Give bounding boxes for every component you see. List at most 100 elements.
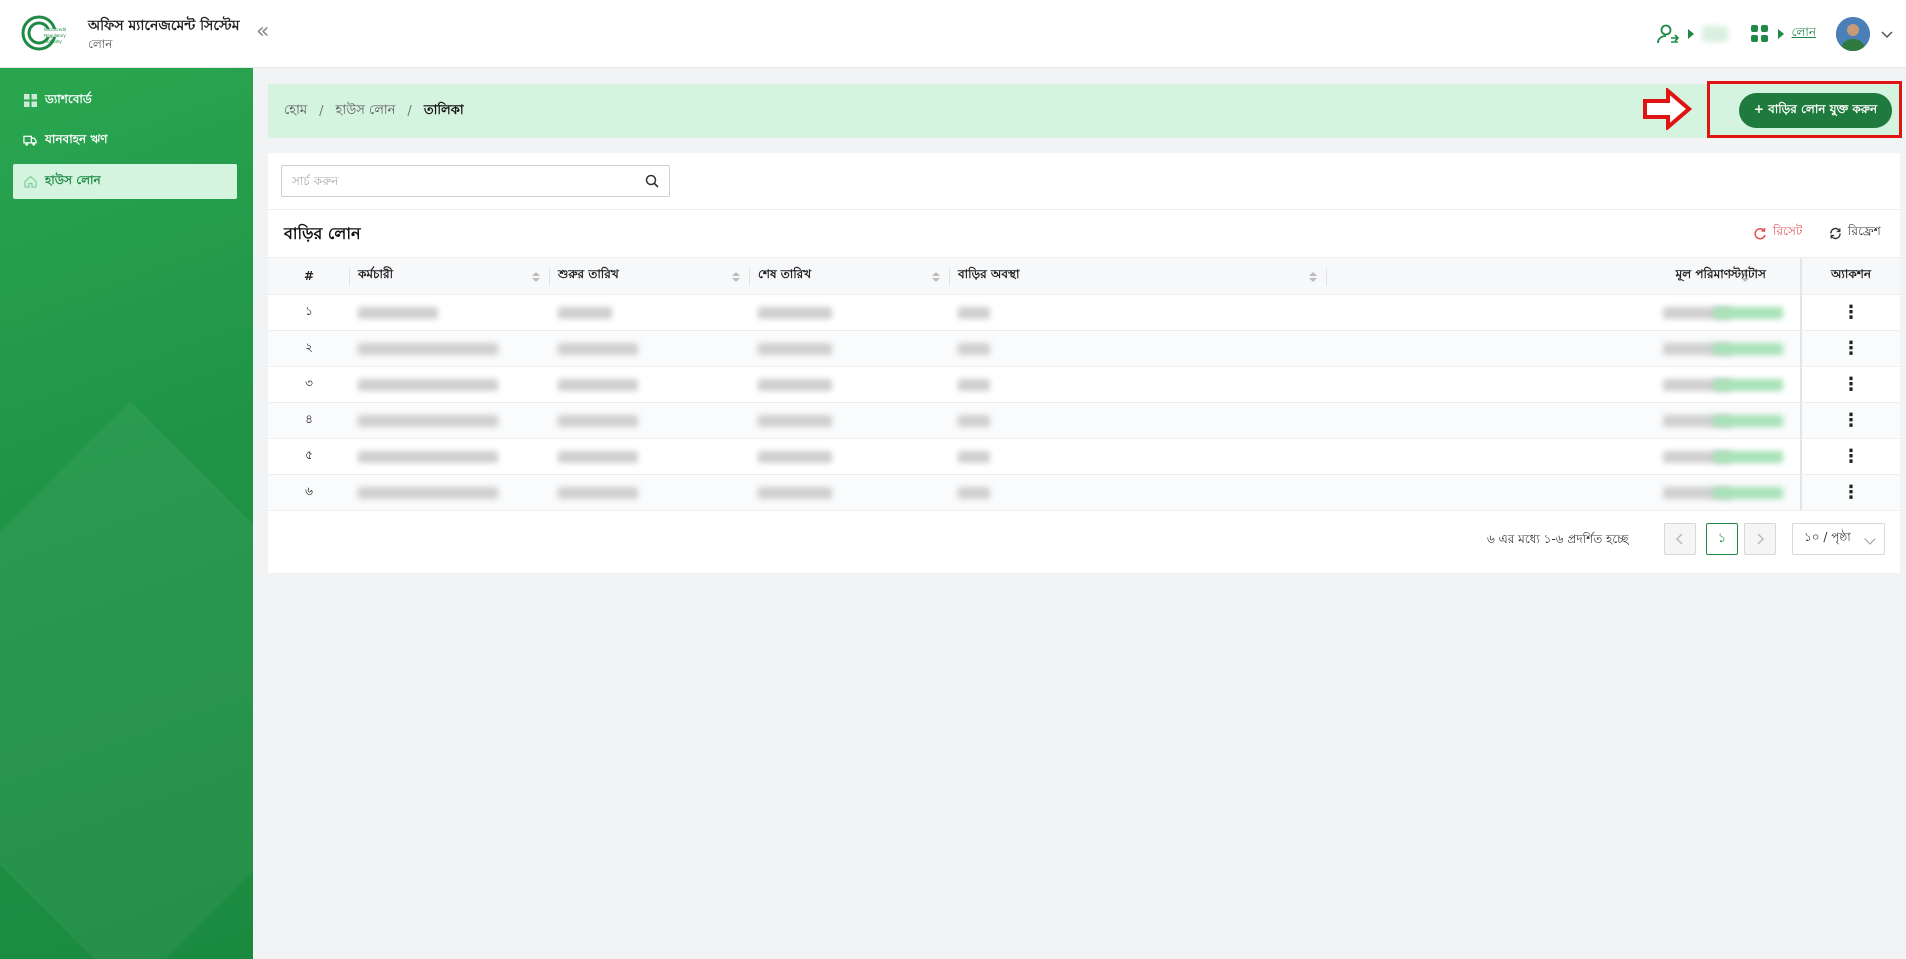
table-row: ৬ ⋮ <box>268 475 1900 511</box>
action-cell: ⋮ <box>1800 475 1900 510</box>
redacted-value <box>758 414 832 427</box>
redacted-value <box>758 342 832 355</box>
app-title: অফিস ম্যানেজমেন্ট সিস্টেম <box>88 18 240 34</box>
table-title: বাড়ির লোন <box>284 224 361 243</box>
action-cell: ⋮ <box>1800 295 1900 330</box>
status-badge <box>1713 342 1783 355</box>
sidebar-item-vehicle-loan[interactable]: যানবাহন ঋণ <box>13 123 237 158</box>
caret-right-icon <box>1687 29 1694 39</box>
row-index: ৫ <box>305 447 313 462</box>
redacted-value <box>358 450 498 463</box>
apps-grid-icon[interactable] <box>1750 24 1770 44</box>
module-link[interactable]: লোন <box>1792 24 1816 44</box>
user-switch-icon[interactable] <box>1656 22 1680 46</box>
start-date-cell <box>550 475 750 510</box>
sidebar-item-dashboard[interactable]: ড্যাশবোর্ড <box>13 83 237 118</box>
col-header-end-date[interactable]: শেষ তারিখ <box>750 258 950 294</box>
logo-icon: Microcredit Regulatory Authority <box>20 14 70 52</box>
chevron-down-icon[interactable] <box>1880 27 1894 41</box>
end-date-cell <box>750 439 950 474</box>
redacted-value <box>958 378 990 391</box>
table-header-row: # কর্মচারী শুরুর তারিখ শেষ তারিখ বাড়ির … <box>268 257 1900 295</box>
status-badge <box>1713 486 1783 499</box>
collapse-sidebar-button[interactable]: « <box>256 20 269 44</box>
pagination-info: ৬ এর মধ্যে ১-৬ প্রদর্শিত হচ্ছে <box>1487 532 1629 546</box>
table-row: ১ ⋮ <box>268 295 1900 331</box>
redacted-value <box>958 342 990 355</box>
end-date-cell <box>750 403 950 438</box>
principal-cell <box>1327 439 1757 474</box>
redacted-value <box>958 414 990 427</box>
search-icon[interactable] <box>645 174 659 188</box>
action-cell: ⋮ <box>1800 403 1900 438</box>
redacted-value <box>358 486 498 499</box>
refresh-button[interactable]: রিফ্রেশ <box>1829 223 1881 243</box>
svg-text:Regulatory: Regulatory <box>44 33 67 38</box>
row-index: ১ <box>305 303 313 318</box>
row-index: ৬ <box>305 483 313 498</box>
redacted-value <box>358 306 438 319</box>
start-date-cell <box>550 295 750 330</box>
status-cell <box>1698 475 1798 510</box>
top-header: Microcredit Regulatory Authority অফিস ম্… <box>0 0 1906 68</box>
table-row: ৫ ⋮ <box>268 439 1900 475</box>
prev-page-button[interactable] <box>1664 523 1696 555</box>
redacted-value <box>958 450 990 463</box>
start-date-cell <box>550 403 750 438</box>
redacted-value <box>558 306 612 319</box>
reset-button[interactable]: রিসেট <box>1754 223 1802 243</box>
chevron-down-icon <box>1864 533 1876 545</box>
sort-icon[interactable] <box>1309 272 1317 284</box>
employee-cell <box>350 439 550 474</box>
col-header-index: # <box>268 258 350 294</box>
reset-icon <box>1754 227 1767 240</box>
end-date-cell <box>750 367 950 402</box>
more-vertical-icon[interactable]: ⋮ <box>1842 303 1860 321</box>
avatar[interactable] <box>1836 17 1870 51</box>
more-vertical-icon[interactable]: ⋮ <box>1842 375 1860 393</box>
page-size-select[interactable]: ১০ / পৃষ্ঠা <box>1792 523 1885 555</box>
house-status-cell <box>950 331 1327 366</box>
sort-icon[interactable] <box>732 272 740 284</box>
next-page-button[interactable] <box>1744 523 1776 555</box>
breadcrumb-home[interactable]: হোম <box>284 101 307 122</box>
col-header-principal[interactable]: মূল পরিমাণ <box>1327 258 1757 294</box>
page-number-button[interactable]: ১ <box>1706 523 1738 555</box>
more-vertical-icon[interactable]: ⋮ <box>1842 339 1860 357</box>
status-badge <box>1713 378 1783 391</box>
sidebar-item-house-loan[interactable]: হাউস লোন <box>13 164 237 199</box>
table-row: ৪ ⋮ <box>268 403 1900 439</box>
row-index: ২ <box>305 339 313 354</box>
principal-cell <box>1327 367 1757 402</box>
action-cell: ⋮ <box>1800 439 1900 474</box>
house-loan-table: # কর্মচারী শুরুর তারিখ শেষ তারিখ বাড়ির … <box>268 257 1900 511</box>
col-header-start-date[interactable]: শুরুর তারিখ <box>550 258 750 294</box>
employee-cell <box>350 475 550 510</box>
more-vertical-icon[interactable]: ⋮ <box>1842 483 1860 501</box>
col-header-label: বাড়ির অবস্থা <box>958 267 1020 281</box>
col-header-label: শেষ তারিখ <box>758 267 812 281</box>
principal-cell <box>1327 295 1757 330</box>
add-house-loan-button[interactable]: + বাড়ির লোন যুক্ত করুন <box>1739 93 1892 128</box>
breadcrumb-section[interactable]: হাউস লোন <box>335 101 395 122</box>
status-cell <box>1698 295 1798 330</box>
redacted-value <box>958 306 990 319</box>
house-status-cell <box>950 403 1327 438</box>
end-date-cell <box>750 475 950 510</box>
sidebar-item-label: ড্যাশবোর্ড <box>45 91 92 106</box>
breadcrumb-separator: / <box>319 103 324 119</box>
page-size-value: ১০ / পৃষ্ঠা <box>1804 530 1851 544</box>
employee-cell <box>350 403 550 438</box>
col-header-employee[interactable]: কর্মচারী <box>350 258 550 294</box>
vehicle-icon <box>23 134 37 148</box>
sort-icon[interactable] <box>532 272 540 284</box>
search-input[interactable] <box>282 166 622 196</box>
redacted-value <box>358 342 498 355</box>
col-header-house-status[interactable]: বাড়ির অবস্থা <box>950 258 1327 294</box>
employee-cell <box>350 295 550 330</box>
more-vertical-icon[interactable]: ⋮ <box>1842 411 1860 429</box>
status-badge <box>1713 450 1783 463</box>
more-vertical-icon[interactable]: ⋮ <box>1842 447 1860 465</box>
table-row: ২ ⋮ <box>268 331 1900 367</box>
sort-icon[interactable] <box>932 272 940 284</box>
